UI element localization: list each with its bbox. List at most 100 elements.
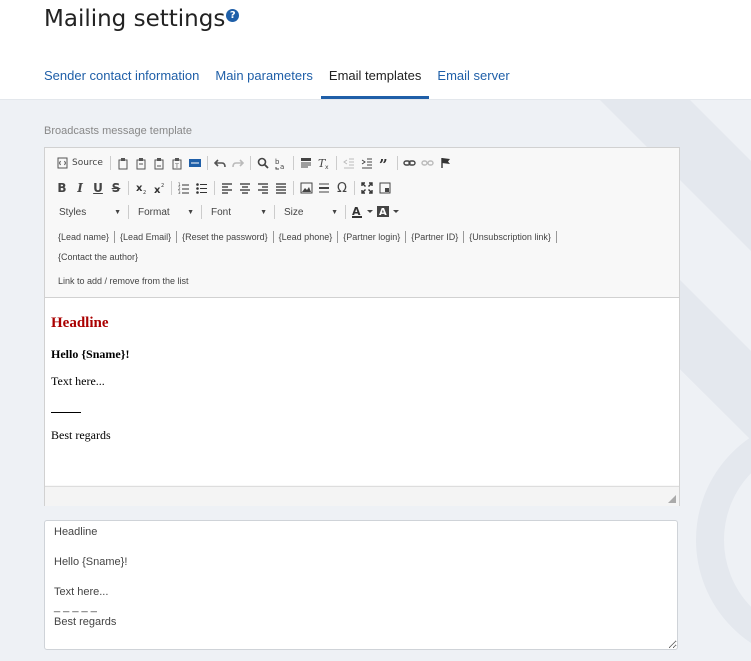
placeholder-partner-login-button[interactable]: {Partner login} <box>338 227 405 247</box>
indent-button[interactable] <box>358 153 376 173</box>
paste-button[interactable] <box>150 153 168 173</box>
chevron-down-icon: ▼ <box>331 208 338 216</box>
source-icon <box>57 157 68 169</box>
italic-button[interactable]: I <box>71 178 89 198</box>
show-blocks-button[interactable] <box>376 178 394 198</box>
content-divider <box>51 412 81 413</box>
source-button[interactable]: Source <box>53 153 107 173</box>
toolbar-separator <box>128 181 129 195</box>
maximize-icon <box>361 182 373 194</box>
page-title: Mailing settings? <box>44 6 240 32</box>
subscript-button[interactable]: x2 <box>132 178 150 198</box>
special-character-button[interactable]: Ω <box>333 178 351 198</box>
toolbar-separator <box>292 156 294 170</box>
find-button[interactable] <box>254 153 272 173</box>
toolbar-separator <box>345 205 346 219</box>
align-justify-button[interactable] <box>272 178 290 198</box>
superscript-icon: x2 <box>154 183 164 194</box>
section-label: Broadcasts message template <box>44 125 192 137</box>
outdent-button[interactable] <box>340 153 358 173</box>
toolbar-row-2: B I U S x2 x2 123 Ω <box>53 177 394 199</box>
link-list-button[interactable]: Link to add / remove from the list <box>53 271 194 291</box>
tab-main-parameters[interactable]: Main parameters <box>207 62 321 99</box>
align-center-icon <box>240 183 250 194</box>
undo-icon <box>213 159 226 168</box>
editor-content-area[interactable]: Headline Hello {Sname}! Text here... Bes… <box>45 298 679 485</box>
toolbar-separator <box>201 205 202 219</box>
align-left-button[interactable] <box>218 178 236 198</box>
toolbar-separator <box>206 156 208 170</box>
horizontal-line-icon <box>319 183 329 193</box>
tab-email-server[interactable]: Email server <box>429 62 517 99</box>
svg-text:T: T <box>174 163 179 170</box>
bulleted-list-button[interactable] <box>193 178 211 198</box>
undo-button[interactable] <box>211 153 229 173</box>
svg-text:”: ” <box>379 157 388 169</box>
tab-sender-contact-information[interactable]: Sender contact information <box>36 62 207 99</box>
toolbar-separator <box>171 181 172 195</box>
bold-button[interactable]: B <box>53 178 71 198</box>
subscript-icon: x2 <box>136 183 146 194</box>
copy-icon <box>136 157 146 169</box>
toolbar-separator <box>128 205 129 219</box>
paste-text-button[interactable]: T <box>168 153 186 173</box>
redo-button[interactable] <box>229 153 247 173</box>
paste-text-icon: T <box>172 157 182 170</box>
placeholder-lead-email-button[interactable]: {Lead Email} <box>115 227 176 247</box>
page-title-text: Mailing settings <box>44 6 226 32</box>
strikethrough-button[interactable]: S <box>107 178 125 198</box>
format-dropdown[interactable]: Format ▼ <box>132 202 198 222</box>
placeholder-reset-password-button[interactable]: {Reset the password} <box>177 227 273 247</box>
link-button[interactable] <box>401 153 419 173</box>
paste-word-button[interactable] <box>186 153 204 173</box>
cut-button[interactable] <box>114 153 132 173</box>
size-dropdown[interactable]: Size ▼ <box>278 202 342 222</box>
maximize-button[interactable] <box>358 178 376 198</box>
placeholder-row-2: {Contact the author} <box>53 246 143 268</box>
svg-text:2: 2 <box>143 190 146 194</box>
align-center-button[interactable] <box>236 178 254 198</box>
font-dropdown-label: Font <box>211 206 232 218</box>
resize-handle-icon[interactable] <box>668 495 676 503</box>
svg-text:3: 3 <box>178 190 181 194</box>
editor-status-bar <box>45 486 679 506</box>
horizontal-line-button[interactable] <box>315 178 333 198</box>
superscript-button[interactable]: x2 <box>150 178 168 198</box>
unlink-button[interactable] <box>419 153 437 173</box>
select-all-button[interactable] <box>297 153 315 173</box>
image-button[interactable] <box>297 178 315 198</box>
cut-icon <box>118 157 128 169</box>
paste-word-icon <box>188 159 201 167</box>
toolbar-separator <box>354 181 355 195</box>
svg-text:x: x <box>154 185 161 194</box>
indent-icon <box>361 158 372 169</box>
blockquote-button[interactable]: ” <box>376 153 394 173</box>
align-right-button[interactable] <box>254 178 272 198</box>
tab-bar: Sender contact information Main paramete… <box>36 62 518 99</box>
anchor-button[interactable] <box>437 153 455 173</box>
placeholder-row: {Lead name} {Lead Email} {Reset the pass… <box>53 226 557 248</box>
remove-format-button[interactable]: Tx <box>315 153 333 173</box>
background-color-button[interactable]: A <box>375 202 401 222</box>
replace-button[interactable]: ba <box>272 153 290 173</box>
format-dropdown-label: Format <box>138 206 170 218</box>
placeholder-unsubscription-link-button[interactable]: {Unsubscription link} <box>464 227 556 247</box>
placeholder-partner-id-button[interactable]: {Partner ID} <box>406 227 463 247</box>
plain-text-template-input[interactable]: Headline Hello {Sname}! Text here... _ _… <box>44 520 678 650</box>
text-color-button[interactable]: A <box>349 202 375 222</box>
chevron-down-icon: ▼ <box>187 208 194 216</box>
placeholder-contact-author-button[interactable]: {Contact the author} <box>53 247 143 267</box>
main-content: Broadcasts message template Source T b a… <box>0 100 751 661</box>
tab-email-templates[interactable]: Email templates <box>320 62 430 99</box>
toolbar-separator <box>335 156 337 170</box>
placeholder-lead-phone-button[interactable]: {Lead phone} <box>274 227 338 247</box>
styles-dropdown[interactable]: Styles ▼ <box>53 202 125 222</box>
copy-button[interactable] <box>132 153 150 173</box>
numbered-list-button[interactable]: 123 <box>175 178 193 198</box>
placeholder-lead-name-button[interactable]: {Lead name} <box>53 227 114 247</box>
font-dropdown[interactable]: Font ▼ <box>205 202 271 222</box>
align-justify-icon <box>276 183 286 194</box>
content-body: Text here... <box>51 374 105 388</box>
underline-button[interactable]: U <box>89 178 107 198</box>
help-icon[interactable]: ? <box>226 9 240 22</box>
